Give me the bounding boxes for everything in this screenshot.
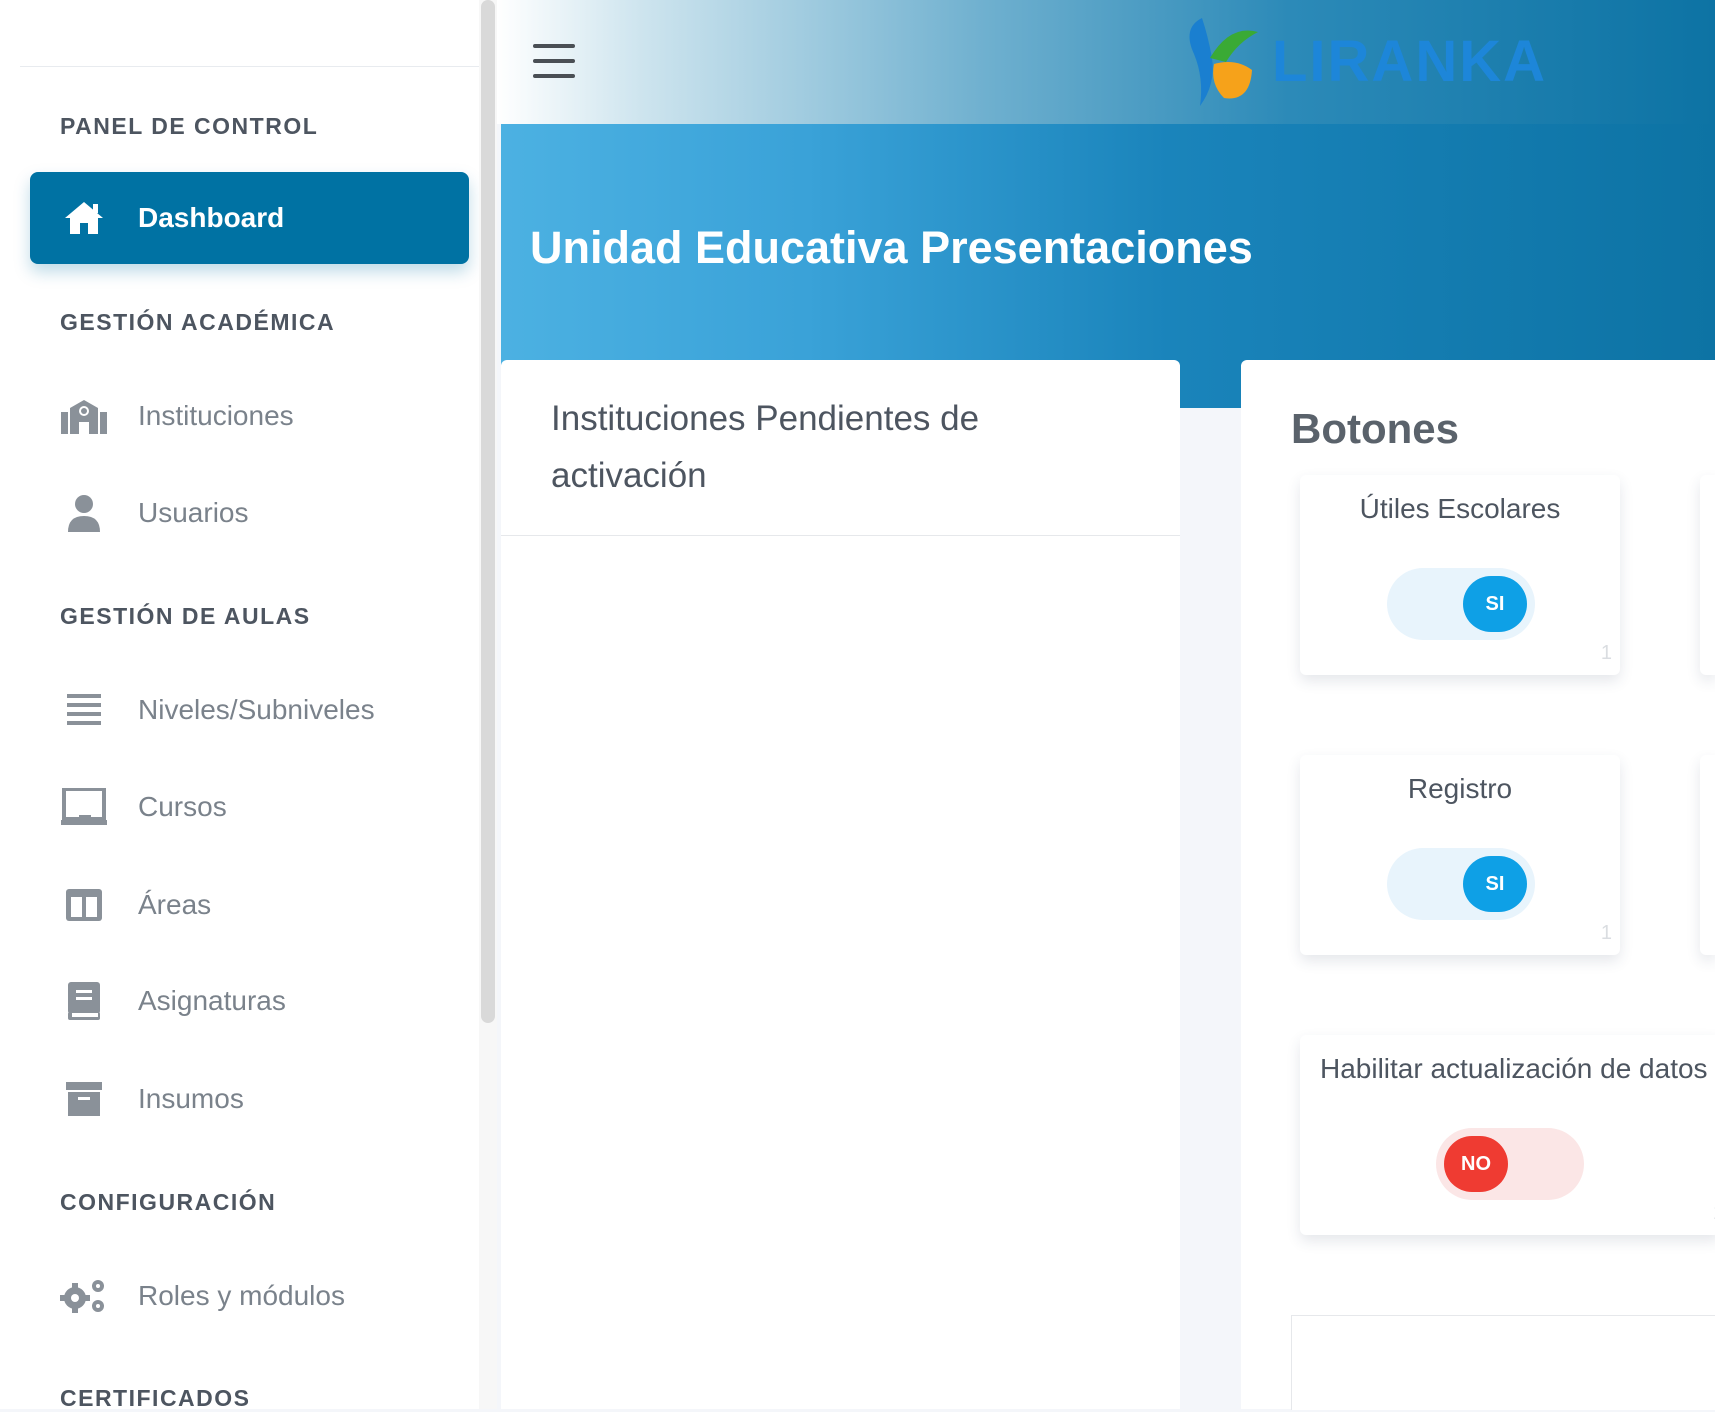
card-title: Instituciones Pendientes de activación (551, 399, 980, 495)
toggle-count: 1 (1600, 642, 1612, 664)
sidebar-item-label: Asignaturas (138, 985, 286, 1016)
pending-institutions-card: Instituciones Pendientes de activación (501, 360, 1180, 1409)
sidebar-item-label: Cursos (138, 791, 227, 822)
sidebar-item-usuarios[interactable]: Usuarios (30, 467, 469, 559)
toggle-state: NO (1444, 1136, 1508, 1192)
section-configuracion: CONFIGURACIÓN (60, 1189, 277, 1215)
section-gestion-de-aulas: GESTIÓN DE AULAS (60, 603, 311, 629)
liranka-logo (1189, 18, 1258, 106)
sidebar-item-areas[interactable]: Áreas (30, 859, 469, 951)
utiles-escolares-toggle[interactable]: SI (1387, 568, 1535, 640)
section-panel-de-control: PANEL DE CONTROL (60, 113, 319, 139)
toggle-card-partial (1700, 475, 1715, 675)
sidebar-item-dashboard[interactable]: Dashboard (30, 172, 469, 264)
sidebar-scrollbar-thumb[interactable] (481, 0, 495, 1023)
sidebar-item-label: Niveles/Subniveles (138, 694, 375, 725)
toggle-count: 1 (1600, 922, 1612, 944)
user-icon (45, 494, 123, 532)
toggle-label: Registro (1407, 773, 1513, 804)
home-icon (45, 200, 123, 236)
sidebar-item-instituciones[interactable]: Instituciones (30, 370, 469, 462)
toggle-label: Útiles Escolares (1359, 493, 1561, 524)
sidebar-item-label: Roles y módulos (138, 1280, 345, 1311)
toggle-card-utiles: Útiles Escolares SI 1 (1300, 475, 1620, 675)
sidebar: PANEL DE CONTROL Dashboard GESTIÓN ACADÉ… (0, 0, 480, 1411)
archive-icon (45, 1082, 123, 1116)
menu-toggle-button[interactable] (533, 44, 575, 78)
hamburger-icon (533, 44, 575, 48)
sidebar-item-label: Áreas (138, 889, 212, 920)
school-icon (45, 398, 123, 434)
sidebar-item-niveles[interactable]: Niveles/Subniveles (30, 664, 469, 756)
laptop-icon (45, 788, 123, 826)
card-header: Instituciones Pendientes de activación (501, 360, 1180, 536)
sidebar-scrollbar[interactable] (479, 0, 497, 1409)
toggle-state: SI (1463, 856, 1527, 912)
toggle-card-actualizacion: Habilitar actualización de datos NO 1 (1300, 1035, 1715, 1235)
toggle-label: Habilitar actualización de datos (1320, 1053, 1708, 1084)
registro-toggle[interactable]: SI (1387, 848, 1535, 920)
toggle-state: SI (1463, 576, 1527, 632)
sidebar-item-cursos[interactable]: Cursos (30, 761, 469, 853)
sidebar-item-asignaturas[interactable]: Asignaturas (30, 955, 469, 1047)
section-gestion-academica: GESTIÓN ACADÉMICA (60, 309, 336, 335)
sidebar-item-label: Dashboard (138, 202, 285, 233)
sidebar-divider (20, 66, 480, 67)
buttons-card-title: Botones (1291, 405, 1459, 452)
sidebar-item-label: Usuarios (138, 497, 249, 528)
page-title: Unidad Educativa Presentaciones (530, 222, 1253, 273)
actualizacion-datos-toggle[interactable]: NO (1436, 1128, 1584, 1200)
sidebar-item-label: Instituciones (138, 400, 294, 431)
section-certificados: CERTIFICADOS (60, 1385, 251, 1411)
toggle-card-partial (1700, 755, 1715, 955)
gears-icon (45, 1277, 123, 1315)
columns-icon (45, 888, 123, 922)
toggle-card-registro: Registro SI 1 (1300, 755, 1620, 955)
book-icon (45, 982, 123, 1020)
sidebar-item-roles[interactable]: Roles y módulos (30, 1250, 469, 1342)
list-icon (45, 694, 123, 726)
sidebar-item-insumos[interactable]: Insumos (30, 1053, 469, 1145)
logo-text: LIRANKA (1272, 29, 1547, 94)
buttons-footer-box (1291, 1315, 1715, 1410)
sidebar-item-label: Insumos (138, 1083, 244, 1114)
